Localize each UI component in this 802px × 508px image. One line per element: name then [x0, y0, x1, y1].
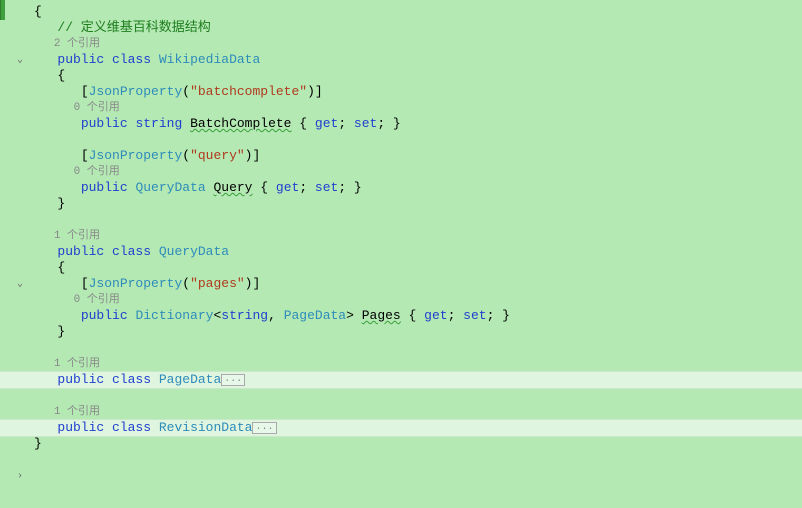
blank-line[interactable] [30, 132, 802, 148]
class-decl-querydata[interactable]: public class QueryData [30, 244, 802, 260]
fold-toggle-wikipediadata[interactable]: ⌄ [14, 55, 26, 67]
attribute-line[interactable]: [JsonProperty("pages")] [30, 276, 802, 292]
comment-text: // 定义维基百科数据结构 [57, 20, 210, 35]
code-line[interactable]: } [30, 324, 802, 340]
collapsed-indicator[interactable]: ... [221, 374, 245, 386]
blank-line[interactable] [30, 388, 802, 404]
codelens-references[interactable]: 0 个引用 [30, 164, 802, 180]
identifier-batchcomplete: BatchComplete [190, 116, 291, 131]
code-line[interactable]: } [30, 196, 802, 212]
attribute-line[interactable]: [JsonProperty("query")] [30, 148, 802, 164]
code-line[interactable]: { [30, 4, 802, 20]
property-pages[interactable]: public Dictionary<string, PageData> Page… [30, 308, 802, 324]
blank-line[interactable] [30, 212, 802, 228]
identifier-query: Query [213, 180, 252, 195]
class-decl-wikipediadata[interactable]: public class WikipediaData [30, 52, 802, 68]
codelens-references[interactable]: 1 个引用 [30, 228, 802, 244]
attribute-line[interactable]: [JsonProperty("batchcomplete")] [30, 84, 802, 100]
fold-toggle-querydata[interactable]: ⌄ [14, 279, 26, 291]
identifier-pages: Pages [362, 308, 401, 323]
property-batchcomplete[interactable]: public string BatchComplete { get; set; … [30, 116, 802, 132]
codelens-references[interactable]: 0 个引用 [30, 100, 802, 116]
codelens-references[interactable]: 1 个引用 [30, 356, 802, 372]
code-line[interactable]: { [30, 68, 802, 84]
change-indicator [0, 0, 5, 20]
code-area[interactable]: { // 定义维基百科数据结构 2 个引用 public class Wikip… [30, 0, 802, 508]
code-editor: ⌄ ⌄ › › { // 定义维基百科数据结构 2 个引用 public cla… [0, 0, 802, 508]
code-line[interactable]: { [30, 260, 802, 276]
code-line[interactable]: } [30, 436, 802, 452]
collapsed-indicator[interactable]: ... [252, 422, 276, 434]
brace-open: { [34, 4, 42, 19]
codelens-references[interactable]: 0 个引用 [30, 292, 802, 308]
blank-line[interactable] [30, 340, 802, 356]
property-query[interactable]: public QueryData Query { get; set; } [30, 180, 802, 196]
class-decl-pagedata-collapsed[interactable]: public class PageData... [0, 372, 802, 388]
codelens-references[interactable]: 2 个引用 [30, 36, 802, 52]
codelens-references[interactable]: 1 个引用 [30, 404, 802, 420]
class-decl-revisiondata-collapsed[interactable]: public class RevisionData... [0, 420, 802, 436]
fold-toggle-revisiondata[interactable]: › [14, 471, 26, 483]
code-line[interactable]: // 定义维基百科数据结构 [30, 20, 802, 36]
